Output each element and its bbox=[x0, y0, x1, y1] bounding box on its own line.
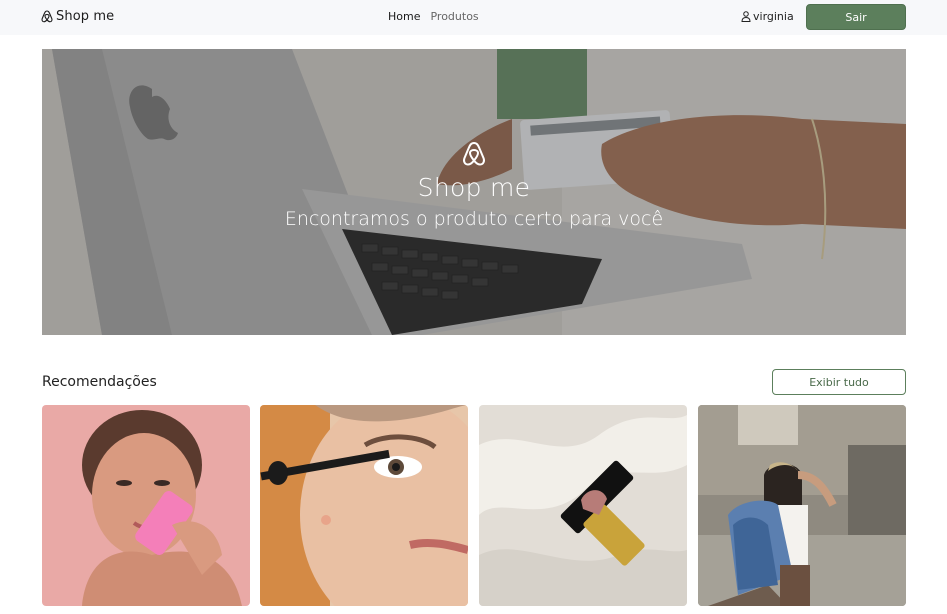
brand-link[interactable]: Shop me bbox=[41, 9, 114, 24]
hero-subtitle: Encontramos o produto certo para você bbox=[284, 208, 664, 230]
product-image bbox=[260, 405, 468, 606]
product-card[interactable] bbox=[260, 405, 468, 606]
airbnb-logo-icon bbox=[463, 142, 485, 166]
hero-title: Shop me bbox=[417, 173, 531, 202]
show-all-button[interactable]: Exibir tudo bbox=[772, 369, 906, 395]
product-card[interactable] bbox=[42, 405, 250, 606]
product-card[interactable] bbox=[698, 405, 906, 606]
product-image bbox=[698, 405, 906, 606]
nav-link-home[interactable]: Home bbox=[388, 10, 420, 23]
main-nav: Home Produtos bbox=[388, 10, 479, 23]
hero-banner: Shop me Encontramos o produto certo para… bbox=[42, 49, 906, 335]
product-image bbox=[42, 405, 250, 606]
user-menu[interactable]: virginia bbox=[741, 10, 794, 23]
user-icon bbox=[741, 11, 751, 22]
logout-button[interactable]: Sair bbox=[806, 4, 906, 30]
hero-content: Shop me Encontramos o produto certo para… bbox=[42, 141, 906, 230]
recommendations-title: Recomendações bbox=[42, 374, 157, 390]
brand-name: Shop me bbox=[56, 9, 115, 24]
product-card[interactable] bbox=[479, 405, 687, 606]
user-name: virginia bbox=[753, 10, 794, 23]
nav-link-produtos[interactable]: Produtos bbox=[430, 10, 478, 23]
airbnb-logo-icon bbox=[41, 10, 53, 23]
product-image bbox=[479, 405, 687, 606]
top-navbar: Shop me Home Produtos virginia Sair bbox=[0, 0, 947, 35]
